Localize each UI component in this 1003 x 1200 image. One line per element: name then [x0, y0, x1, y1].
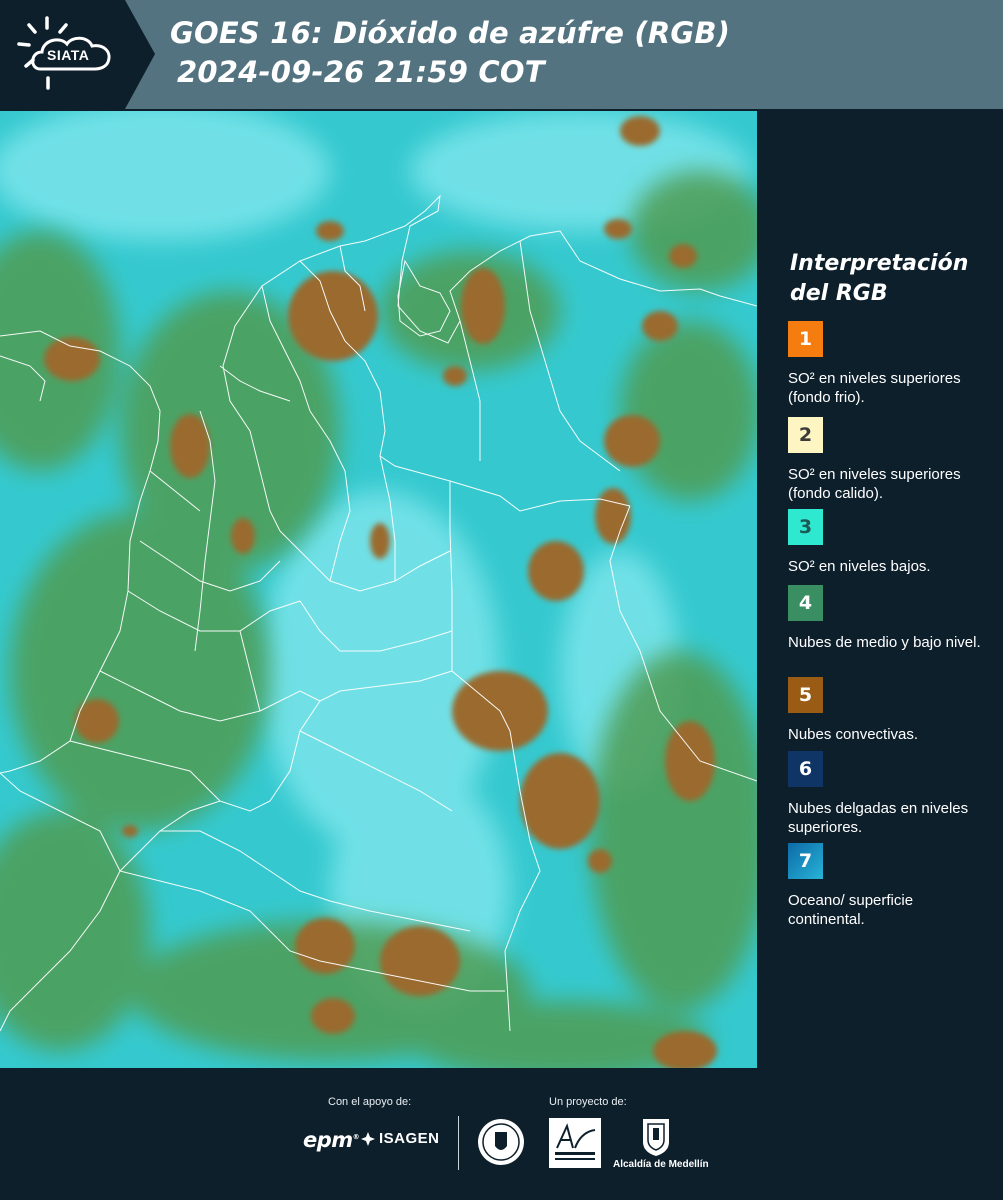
- legend-panel: Interpretación del RGB 1 SO² en niveles …: [760, 111, 1003, 1068]
- timestamp: 2024-09-26 21:59 COT: [177, 55, 545, 89]
- epm-logo-text: epm: [303, 1128, 353, 1152]
- legend-swatch: 7: [788, 843, 823, 879]
- legend-swatch: 6: [788, 751, 823, 787]
- medellin-seal-icon: [478, 1119, 524, 1165]
- satellite-map-image: [0, 111, 757, 1068]
- logo-text: SIATA: [47, 47, 90, 63]
- legend-swatch: 2: [788, 417, 823, 453]
- support-caption: Con el apoyo de:: [328, 1096, 412, 1108]
- area-metropolitana-logo: [549, 1118, 601, 1168]
- legend-swatch: 3: [788, 509, 823, 545]
- legend-swatch: 5: [788, 677, 823, 713]
- legend-item-7: 7 Oceano/ superficie continental.: [788, 843, 988, 929]
- legend-item-4: 4 Nubes de medio y bajo nivel.: [788, 585, 988, 652]
- alcaldia-shield-icon: [643, 1119, 669, 1156]
- legend-label: SO² en niveles bajos.: [788, 558, 931, 575]
- legend-label: Nubes convectivas.: [788, 726, 919, 743]
- legend-title: Interpretación del RGB: [790, 251, 969, 306]
- legend-item-5: 5 Nubes convectivas.: [788, 677, 988, 744]
- legend-item-1: 1 SO² en niveles superiores (fondo frio)…: [788, 321, 988, 407]
- page-title: GOES 16: Dióxido de azúfre (RGB): [170, 16, 731, 50]
- epm-logo: epm®: [303, 1128, 360, 1152]
- legend-item-6: 6 Nubes delgadas en niveles superiores.: [788, 751, 988, 837]
- siata-logo: SIATA: [0, 0, 155, 109]
- footer-divider: [458, 1116, 459, 1170]
- legend-item-2: 2 SO² en niveles superiores (fondo calid…: [788, 417, 988, 503]
- legend-swatch: 1: [788, 321, 823, 357]
- isagen-logo-text: ISAGEN: [379, 1130, 440, 1147]
- legend-label: SO² en niveles superiores (fondo calido)…: [788, 466, 961, 502]
- area-metropolitana-icon: [555, 1123, 596, 1160]
- legend-swatch: 4: [788, 585, 823, 621]
- legend-label: Nubes delgadas en niveles superiores.: [788, 800, 969, 836]
- isagen-logo: ISAGEN: [360, 1130, 440, 1147]
- legend-label: Oceano/ superficie continental.: [788, 892, 914, 928]
- footer: Con el apoyo de: Un proyecto de: epm® IS…: [0, 1068, 1003, 1200]
- alcaldia-label: Alcaldía de Medellín: [613, 1159, 709, 1170]
- legend-item-3: 3 SO² en niveles bajos.: [788, 509, 988, 576]
- legend-label: SO² en niveles superiores (fondo frio).: [788, 370, 961, 406]
- satellite-map: [0, 111, 757, 1068]
- isagen-icon: [361, 1131, 375, 1146]
- legend-label: Nubes de medio y bajo nivel.: [788, 634, 981, 651]
- project-caption: Un proyecto de:: [549, 1096, 627, 1108]
- header: SIATA GOES 16: Dióxido de azúfre (RGB) 2…: [0, 0, 1003, 109]
